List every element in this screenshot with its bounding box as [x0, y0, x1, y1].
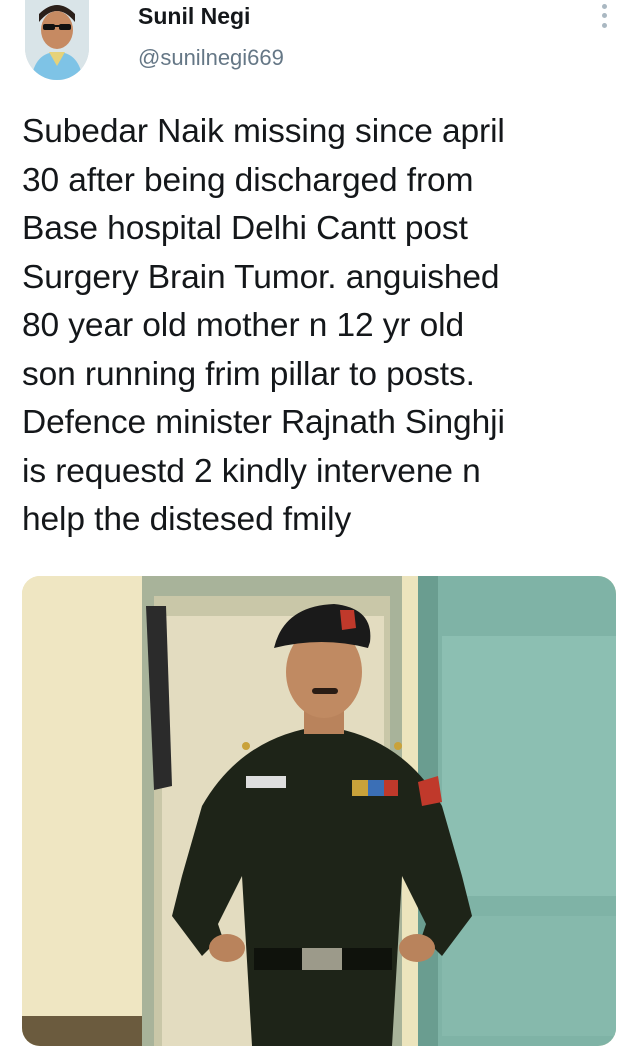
display-name[interactable]: Sunil Negi [138, 2, 250, 30]
tweet-card: Sunil Negi @sunilnegi669 Subedar Naik mi… [0, 0, 637, 1046]
more-dot [601, 4, 607, 10]
more-vertical-icon[interactable] [597, 2, 611, 30]
avatar[interactable] [25, 0, 89, 80]
more-dot [601, 22, 607, 28]
tweet-photo[interactable] [22, 576, 616, 1046]
tweet-text: Subedar Naik missing since april 30 afte… [22, 113, 505, 538]
more-dot [601, 13, 607, 19]
tweet-header: Sunil Negi @sunilnegi669 [0, 0, 637, 96]
user-handle[interactable]: @sunilnegi669 [138, 44, 284, 72]
